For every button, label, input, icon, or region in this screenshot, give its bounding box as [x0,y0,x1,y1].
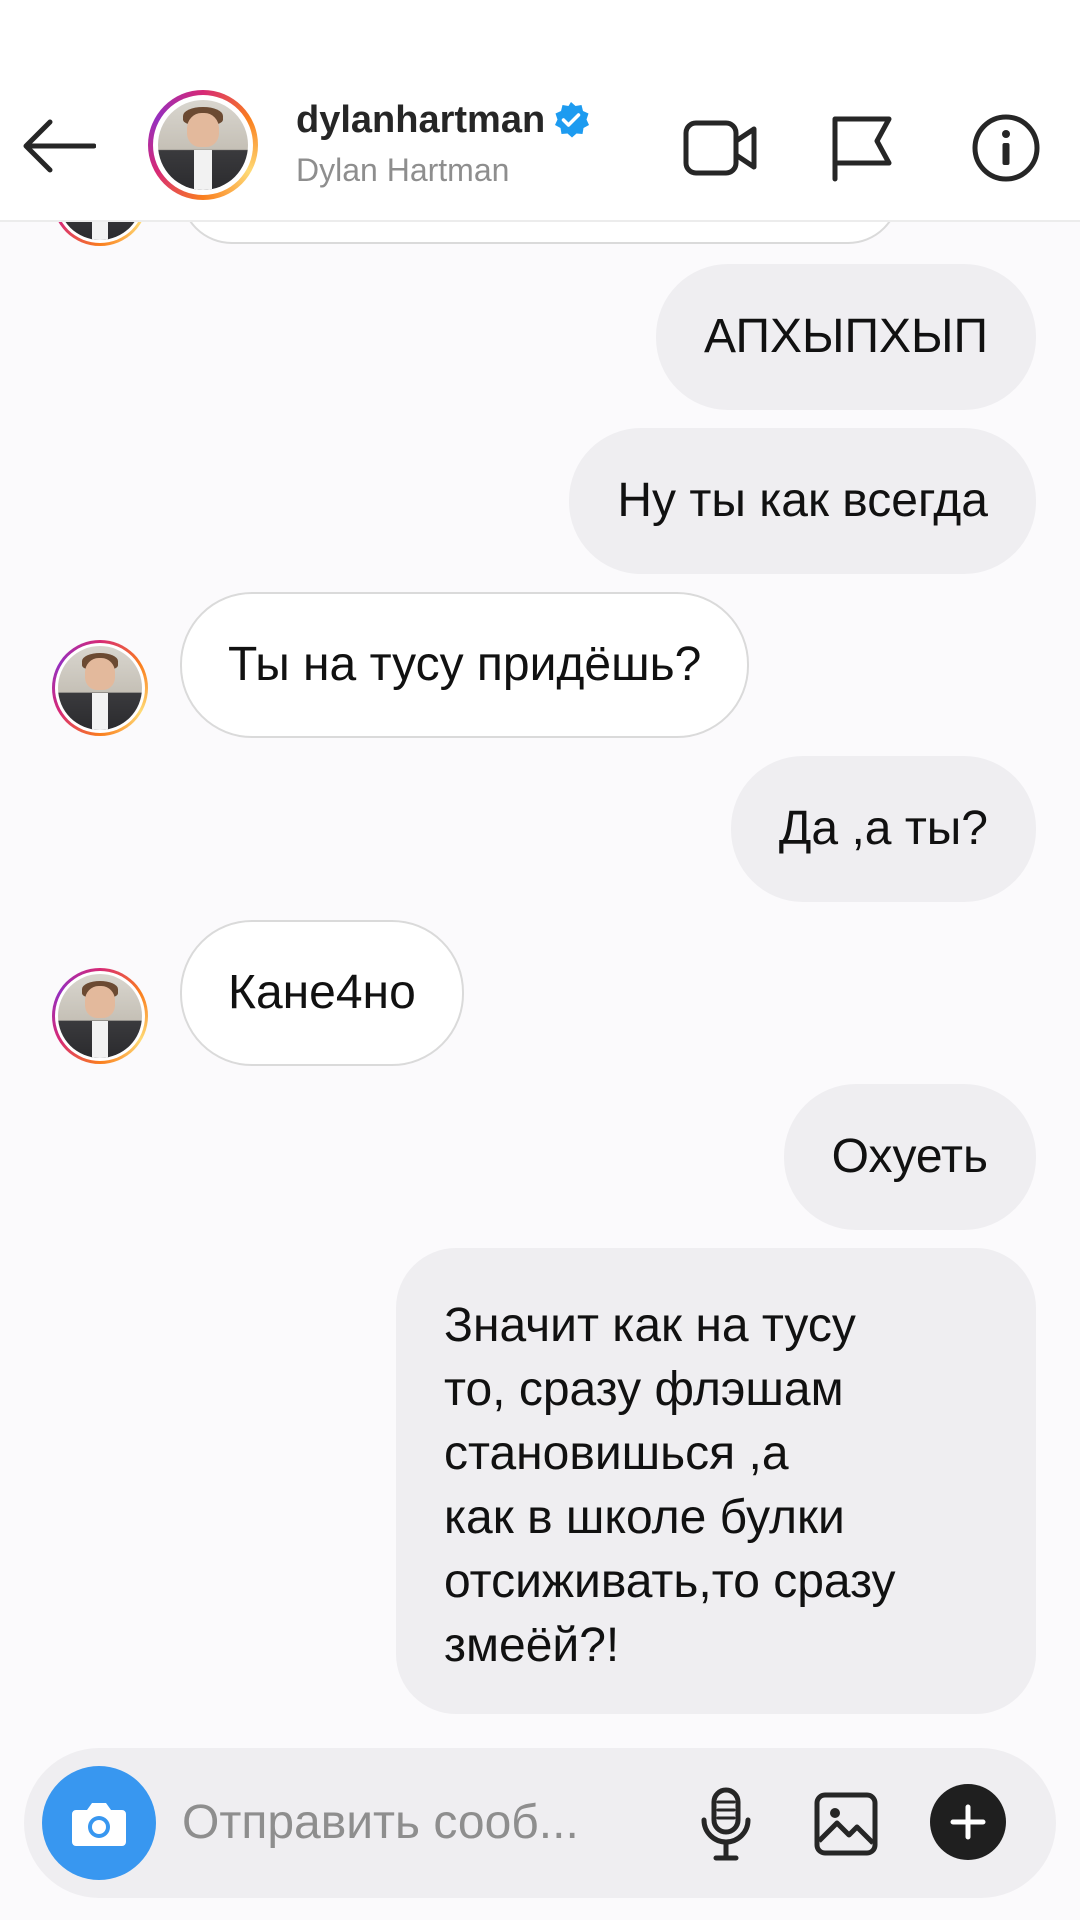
camera-button[interactable] [42,1766,156,1880]
message-text: АПХЫПХЫП [704,310,988,363]
gallery-icon [814,1792,878,1856]
message-input[interactable]: Отправить сооб... [182,1786,652,1860]
back-button[interactable] [18,108,98,184]
message-text: Ну ты как всегда [617,474,988,527]
microphone-icon [701,1787,751,1861]
message-outgoing[interactable]: АПХЫПХЫП [656,264,1036,410]
report-button[interactable] [822,112,902,184]
message-text: Значит как на тусу то, сразу флэшам стан… [444,1299,896,1672]
full-name: Dylan Hartman [296,152,510,188]
camera-icon [72,1803,126,1846]
message-outgoing[interactable]: Да ,а ты? [730,756,1036,902]
info-button[interactable] [966,112,1046,184]
username: dylanhartman [296,98,546,141]
message-incoming[interactable]: Кане4но [180,920,464,1066]
message-outgoing[interactable]: Охуеть [783,1084,1036,1230]
voice-message-button[interactable] [686,1784,766,1864]
chat-title[interactable]: dylanhartman Dylan Hartman [296,96,591,189]
avatar-photo [158,100,248,190]
info-icon [972,114,1040,182]
message-text: Ты на тусу придёшь? [228,638,702,691]
verified-badge-icon [555,102,590,138]
plus-icon [950,1804,986,1840]
sender-avatar[interactable] [52,640,148,736]
message-text: Да ,а ты? [778,802,988,855]
message-incoming[interactable]: Ты на тусу придёшь? [180,592,750,738]
message-text: Охуеть [831,1130,988,1183]
profile-avatar[interactable] [148,90,258,200]
message-composer: Отправить сооб... [24,1748,1056,1898]
gallery-button[interactable] [806,1784,886,1864]
video-call-icon [683,120,757,176]
sender-avatar[interactable] [52,968,148,1064]
message-outgoing[interactable]: Значит как на тусу то, сразу флэшам стан… [396,1248,1036,1714]
back-arrow-icon [23,119,96,173]
chat-header: dylanhartman Dylan Hartman [0,0,1080,222]
flag-icon [832,116,892,182]
message-text: Кане4но [228,966,416,1019]
video-call-button[interactable] [680,112,760,184]
more-options-button[interactable] [930,1784,1006,1860]
message-outgoing[interactable]: Ну ты как всегда [569,428,1036,574]
